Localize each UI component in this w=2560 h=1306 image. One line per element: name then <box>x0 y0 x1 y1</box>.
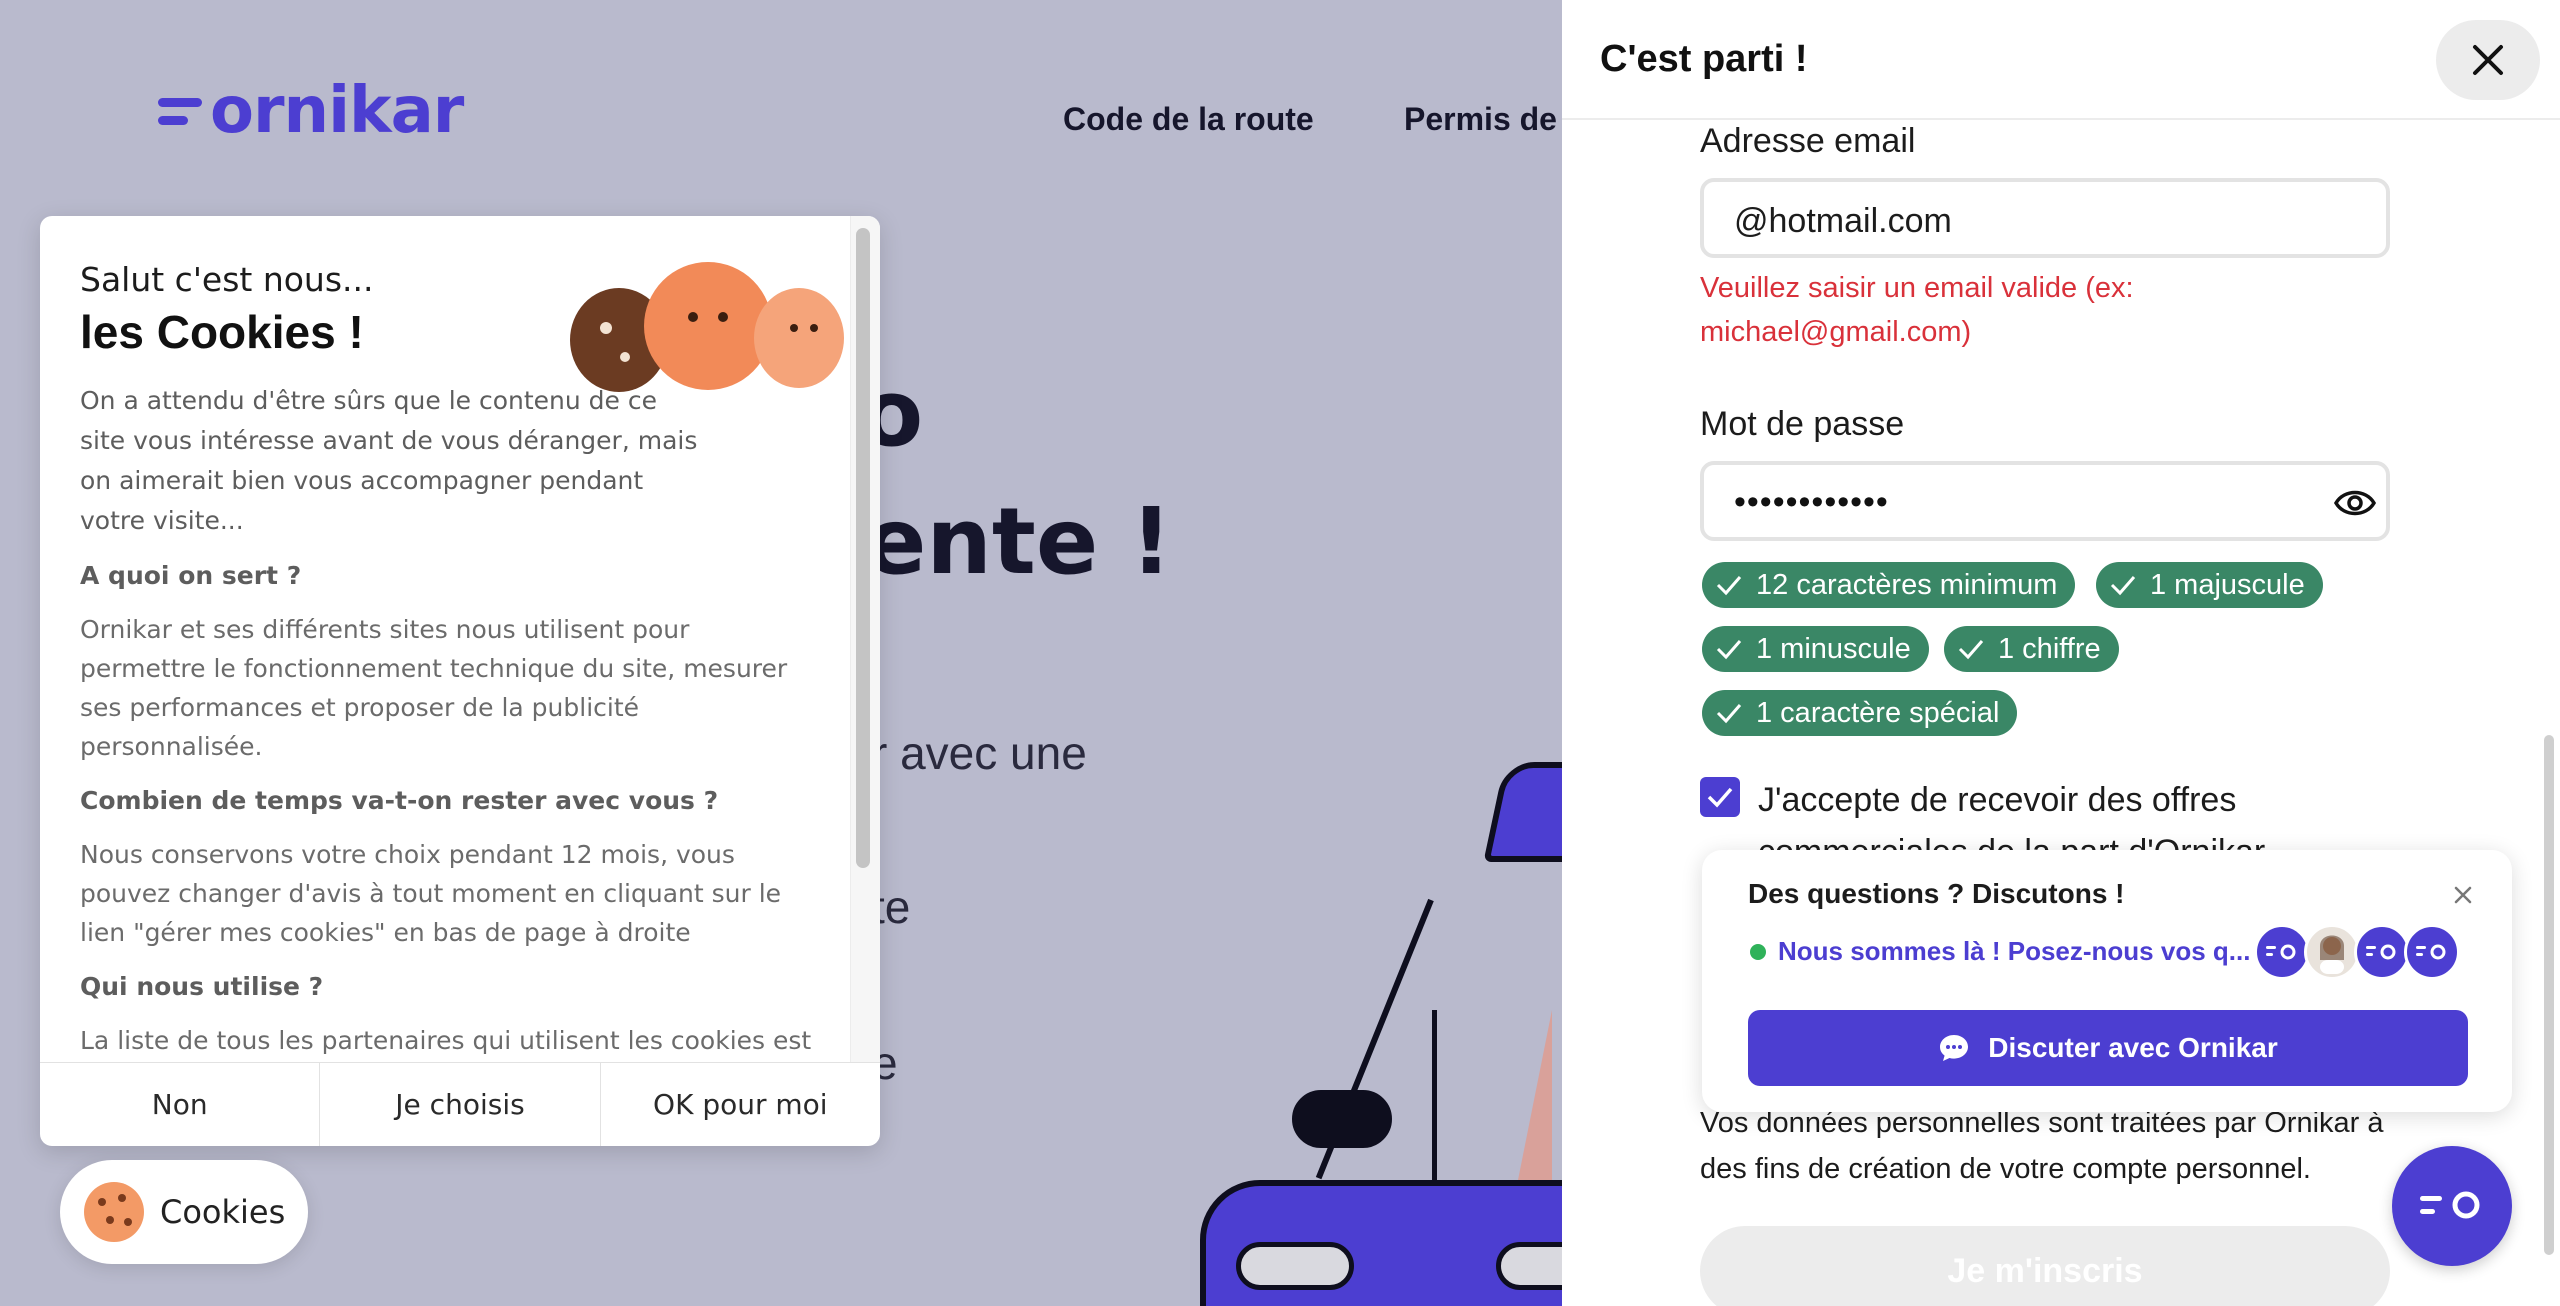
agent-avatar <box>2404 924 2460 980</box>
requirement-label: 1 chiffre <box>1998 632 2101 665</box>
cookie-refuse-button[interactable]: Non <box>40 1063 321 1146</box>
cookie-section-text: Ornikar et ses différents sites nous uti… <box>80 615 788 761</box>
ornikar-logo[interactable]: ornikar <box>158 74 478 150</box>
cookie-settings-button[interactable]: Cookies <box>60 1160 308 1264</box>
close-icon[interactable] <box>2448 880 2478 910</box>
cookie-section-heading: Qui nous utilise ? <box>80 972 324 1001</box>
check-icon <box>1716 640 1742 660</box>
password-field[interactable]: •••••••••••• <box>1700 461 2390 541</box>
panel-title: C'est parti ! <box>1600 38 1808 80</box>
requirement-label: 1 minuscule <box>1756 632 1911 665</box>
requirement-chip: 1 majuscule <box>2096 562 2323 608</box>
start-chat-label: Discuter avec Ornikar <box>1988 1032 2278 1063</box>
cookie-section-text: Nous conservons votre choix pendant 12 m… <box>80 840 782 947</box>
agent-photo-avatar <box>2304 924 2360 980</box>
requirement-label: 1 caractère spécial <box>1756 696 2000 729</box>
cookie-accept-button[interactable]: OK pour moi <box>601 1063 880 1146</box>
cookie-section-heading: A quoi on sert ? <box>80 561 302 590</box>
cookie-actions: Non Je choisis OK pour moi <box>40 1062 880 1146</box>
ornikar-mark-icon <box>2416 944 2446 960</box>
email-error: Veuillez saisir un email valide (ex: mic… <box>1700 272 2134 348</box>
chat-launcher-button[interactable] <box>2392 1146 2512 1266</box>
panel-header: C'est parti ! <box>1562 0 2560 120</box>
logo-text: ornikar <box>210 74 464 148</box>
requirement-chip: 1 minuscule <box>1702 626 1929 672</box>
email-label: Adresse email <box>1700 122 1916 160</box>
eye-icon[interactable] <box>2334 485 2376 521</box>
close-icon <box>2473 45 2503 75</box>
chat-status: Nous sommes là ! Posez-nous vos q... <box>1778 936 2251 966</box>
start-chat-button[interactable]: Discuter avec Ornikar <box>1748 1010 2468 1086</box>
cookie-choose-button[interactable]: Je choisis <box>320 1063 601 1146</box>
requirement-chip: 1 chiffre <box>1944 626 2119 672</box>
cookie-section-heading: Combien de temps va-t-on rester avec vou… <box>80 786 719 815</box>
ornikar-mark-icon <box>2366 944 2396 960</box>
requirement-label: 12 caractères minimum <box>1756 568 2058 601</box>
cookie-scrollbar-thumb[interactable] <box>856 228 870 868</box>
check-icon <box>2110 576 2136 596</box>
signup-submit-button[interactable]: Je m'inscris <box>1700 1226 2390 1306</box>
cookie-consent-modal: Salut c'est nous... les Cookies ! On a a… <box>40 216 880 1146</box>
online-status-dot <box>1750 944 1766 960</box>
agent-avatar <box>2354 924 2410 980</box>
check-icon <box>1716 704 1742 724</box>
ornikar-mark-icon <box>2420 1191 2480 1219</box>
chat-bubble-icon <box>1940 1035 1969 1061</box>
cookie-icon <box>84 1182 144 1242</box>
person-icon <box>2320 935 2344 974</box>
privacy-notice: Vos données personnelles sont traitées p… <box>1700 1107 2384 1185</box>
chat-widget: Des questions ? Discutons ! Nous sommes … <box>1702 850 2512 1112</box>
email-value: @hotmail.com <box>1734 202 1952 240</box>
hero-sub-1: r avec une <box>872 727 1087 779</box>
cookie-section-text: La liste de tous les partenaires qui uti… <box>80 1026 812 1055</box>
ornikar-mark-icon <box>2266 944 2296 960</box>
password-value: •••••••••••• <box>1734 483 1889 521</box>
close-button[interactable] <box>2436 20 2540 100</box>
requirement-chip: 1 caractère spécial <box>1702 690 2018 736</box>
nav-permis[interactable]: Permis de <box>1404 101 1557 138</box>
requirement-chip: 12 caractères minimum <box>1702 562 2076 608</box>
check-icon <box>1707 787 1733 808</box>
check-icon <box>1958 640 1984 660</box>
nav-code-de-la-route[interactable]: Code de la route <box>1063 101 1314 138</box>
hero-line-2: ente ! <box>864 488 1173 595</box>
agent-avatar <box>2254 924 2310 980</box>
email-field[interactable]: @hotmail.com <box>1700 178 2390 258</box>
check-icon <box>1716 576 1742 596</box>
consent-checkbox[interactable] <box>1700 777 1740 817</box>
password-label: Mot de passe <box>1700 405 1905 443</box>
cookie-pill-label: Cookies <box>160 1193 286 1231</box>
cookies-illustration <box>570 262 850 412</box>
panel-scrollbar-thumb[interactable] <box>2544 735 2554 1255</box>
requirement-label: 1 majuscule <box>2150 568 2305 601</box>
cookie-content[interactable]: Salut c'est nous... les Cookies ! On a a… <box>40 216 850 1062</box>
chat-title: Des questions ? Discutons ! <box>1748 878 2125 909</box>
